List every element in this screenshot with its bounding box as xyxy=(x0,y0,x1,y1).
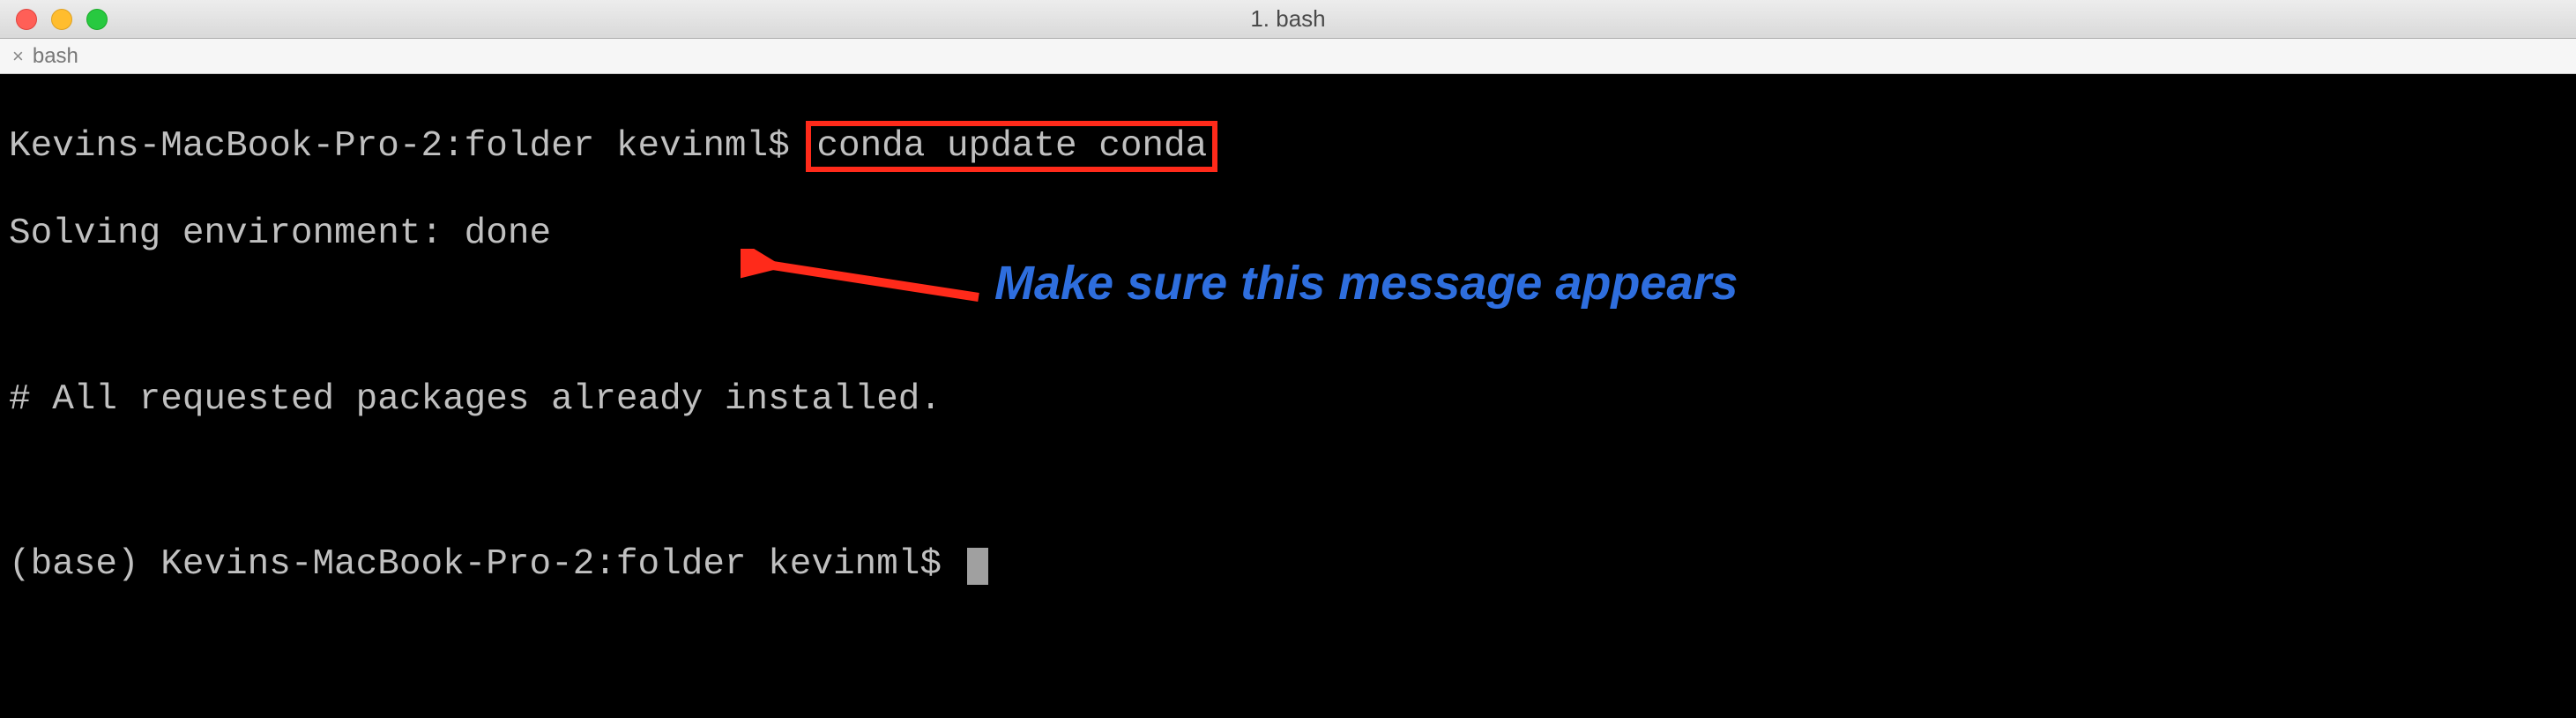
terminal-output[interactable]: Kevins-MacBook-Pro-2:folder kevinml$ con… xyxy=(0,74,2576,718)
window-titlebar: 1. bash xyxy=(0,0,2576,39)
prompt: (base) Kevins-MacBook-Pro-2:folder kevin… xyxy=(9,544,964,585)
terminal-line-6: (base) Kevins-MacBook-Pro-2:folder kevin… xyxy=(9,544,2567,586)
terminal-line-4: # All requested packages already install… xyxy=(9,379,2567,421)
zoom-icon[interactable] xyxy=(86,9,108,30)
terminal-line-5 xyxy=(9,461,2567,503)
tab-bar: × bash xyxy=(0,39,2576,74)
command-highlight: conda update conda xyxy=(806,121,1217,173)
tab-label[interactable]: bash xyxy=(33,44,78,69)
terminal-line-1: Kevins-MacBook-Pro-2:folder kevinml$ con… xyxy=(9,121,2567,173)
window-title: 1. bash xyxy=(1250,5,1325,33)
terminal-line-2: Solving environment: done xyxy=(9,213,2567,255)
close-icon[interactable] xyxy=(16,9,37,30)
command-text: conda update conda xyxy=(816,126,1207,167)
prompt: Kevins-MacBook-Pro-2:folder kevinml$ xyxy=(9,126,811,167)
traffic-lights xyxy=(0,9,108,30)
terminal-line-3 xyxy=(9,296,2567,338)
minimize-icon[interactable] xyxy=(51,9,72,30)
tab-close-icon[interactable]: × xyxy=(12,47,24,66)
cursor-icon xyxy=(967,548,988,585)
